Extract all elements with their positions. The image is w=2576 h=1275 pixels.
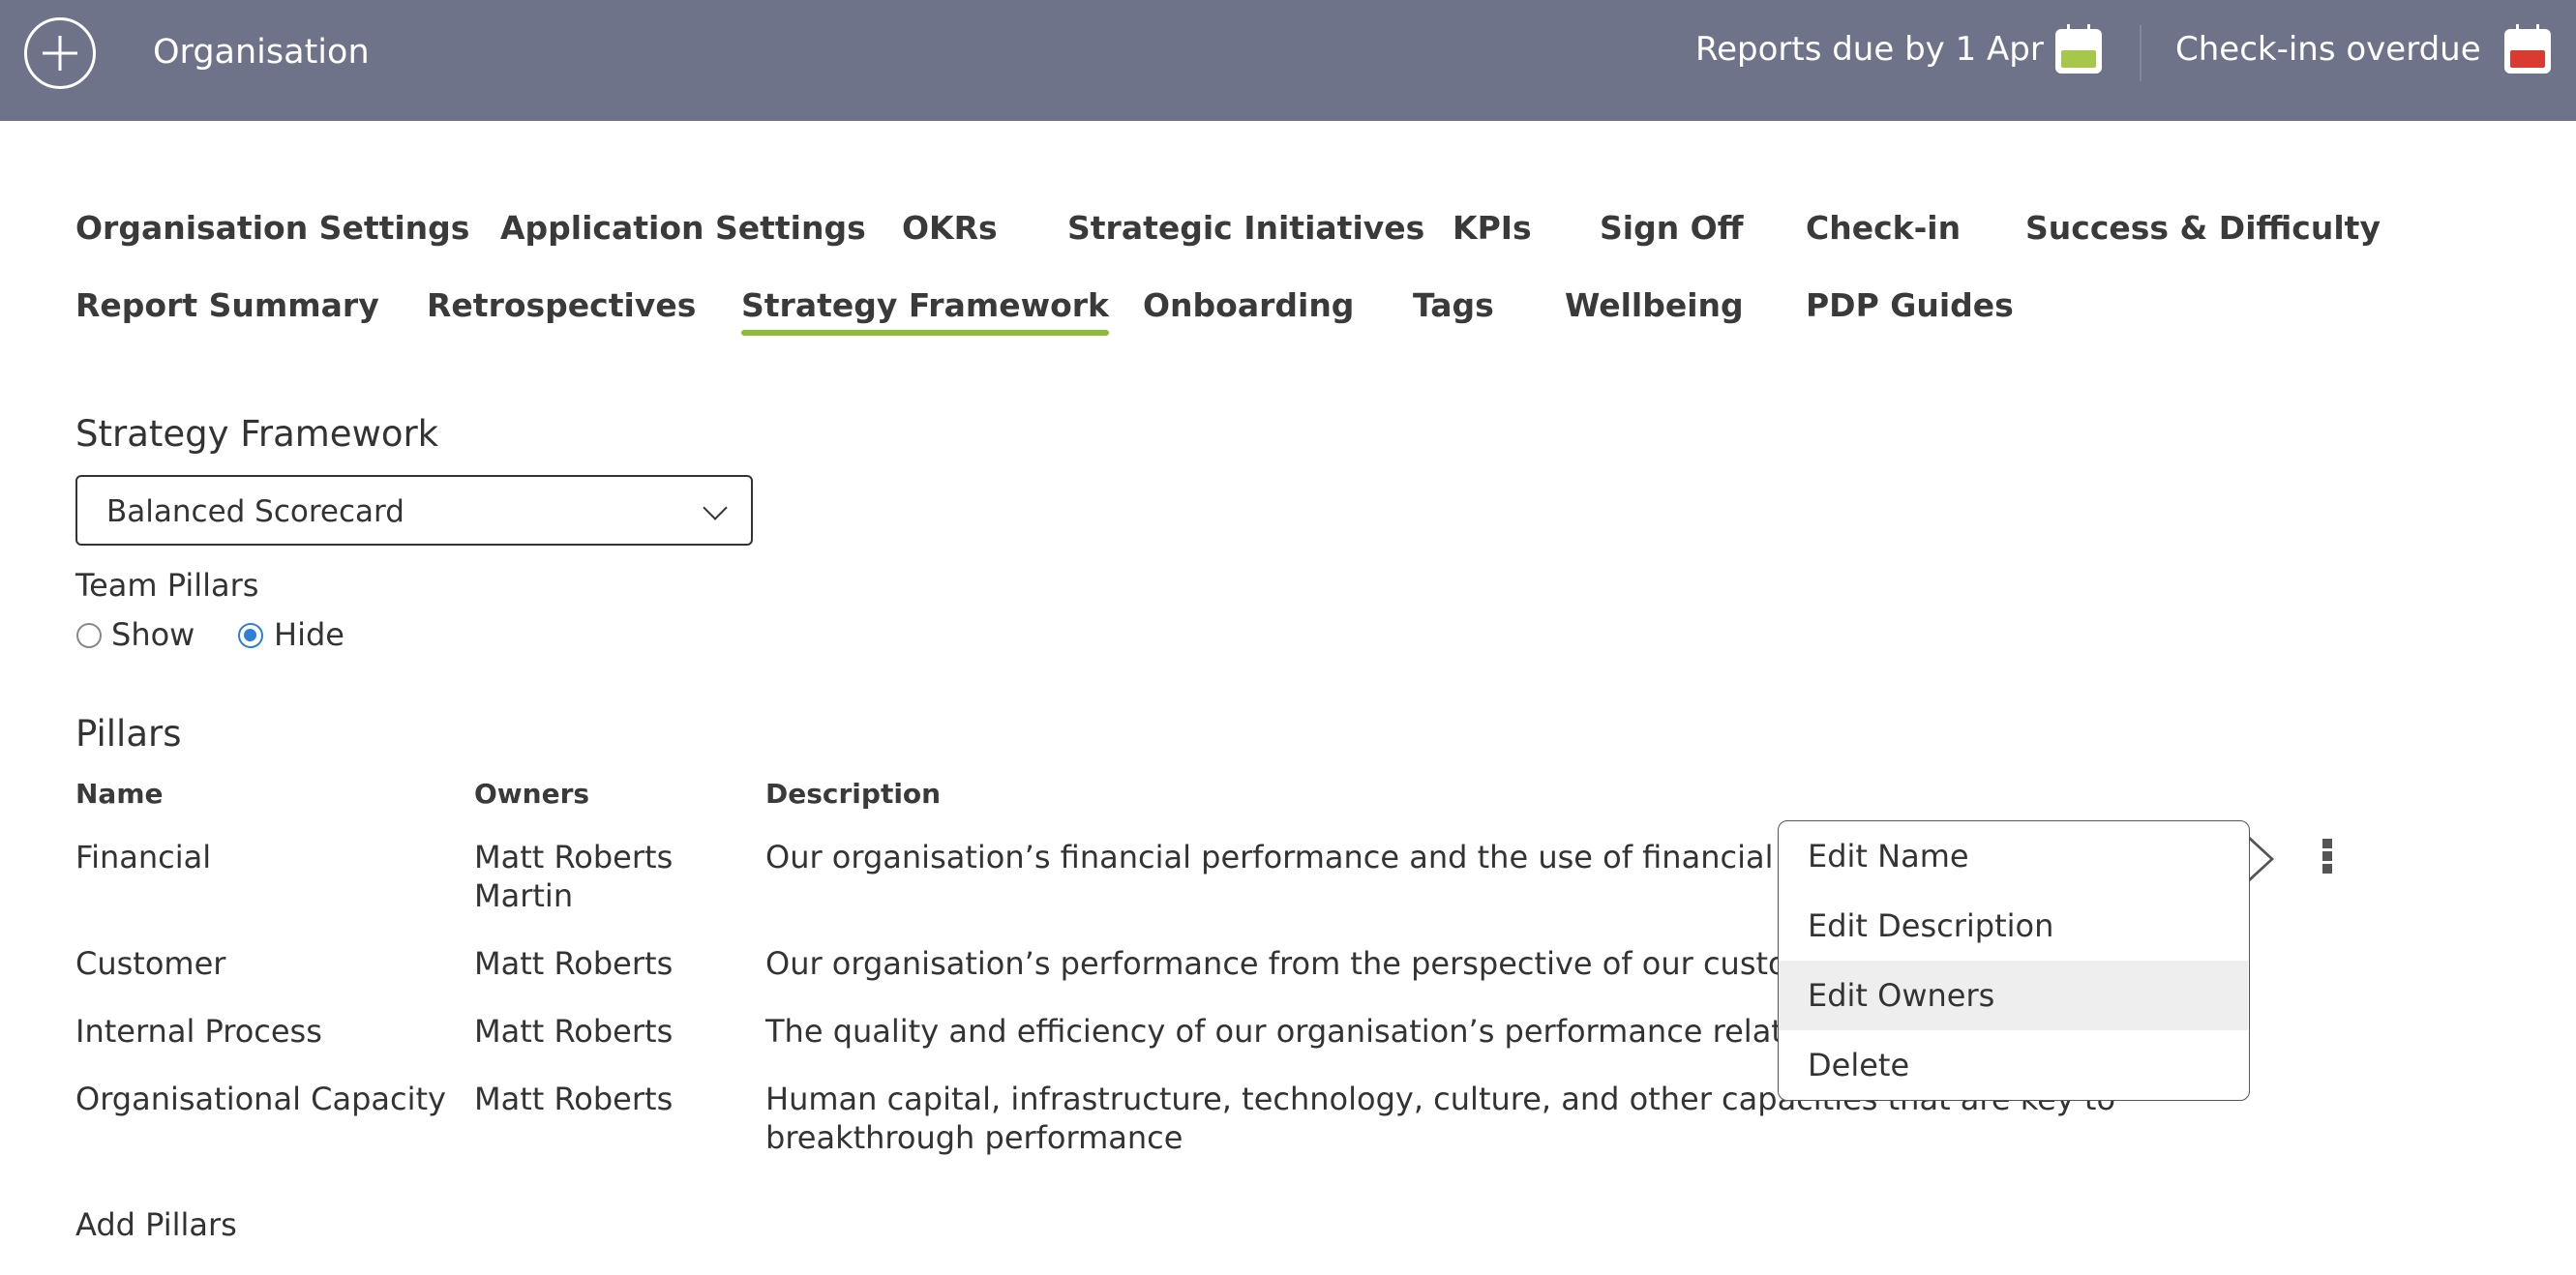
pillar-name: Customer <box>75 945 226 982</box>
top-bar: Organisation Reports due by 1 Apr Check-… <box>0 0 2576 121</box>
tab-organisation-settings[interactable]: Organisation Settings <box>75 209 469 247</box>
framework-select-value: Balanced Scorecard <box>106 494 404 529</box>
column-header-name: Name <box>75 778 164 810</box>
pillar-name: Financial <box>75 839 212 875</box>
menu-item-delete[interactable]: Delete <box>1779 1030 2248 1100</box>
page-brand-title: Organisation <box>153 33 370 72</box>
tab-success-difficulty[interactable]: Success & Difficulty <box>2025 209 2381 247</box>
tab-strategy-framework[interactable]: Strategy Framework <box>741 286 1109 336</box>
tab-retrospectives[interactable]: Retrospectives <box>427 286 696 324</box>
menu-item-edit-owners[interactable]: Edit Owners <box>1779 961 2248 1030</box>
pillar-owners: Matt Roberts <box>474 1081 674 1117</box>
tab-kpis[interactable]: KPIs <box>1453 209 1532 247</box>
strategy-framework-heading: Strategy Framework <box>75 413 439 455</box>
menu-item-edit-description[interactable]: Edit Description <box>1779 891 2248 961</box>
menu-pointer <box>2247 836 2274 882</box>
chevron-down-icon <box>703 495 728 520</box>
pillar-name: Organisational Capacity <box>75 1081 446 1117</box>
add-icon[interactable] <box>24 17 96 89</box>
tab-tags[interactable]: Tags <box>1413 286 1494 324</box>
add-pillars-link[interactable]: Add Pillars <box>75 1206 237 1243</box>
context-menu: Edit Name Edit Description Edit Owners D… <box>1778 820 2250 1101</box>
pillar-description-continued: breakthrough performance <box>765 1119 1183 1156</box>
header-divider <box>2140 25 2142 81</box>
tab-onboarding[interactable]: Onboarding <box>1143 286 1354 324</box>
tab-wellbeing[interactable]: Wellbeing <box>1565 286 1744 324</box>
calendar-icon-checkins[interactable] <box>2504 24 2551 74</box>
tab-application-settings[interactable]: Application Settings <box>500 209 866 247</box>
tab-pdp-guides[interactable]: PDP Guides <box>1806 286 2014 324</box>
pillar-description: The quality and efficiency of our organi… <box>765 1013 1803 1050</box>
pillar-owners: Matt Roberts Martin <box>474 839 674 914</box>
tab-sign-off[interactable]: Sign Off <box>1600 209 1743 247</box>
hide-radio-label[interactable]: Hide <box>274 616 344 653</box>
pillars-heading: Pillars <box>75 713 182 755</box>
pillar-name: Internal Process <box>75 1013 322 1050</box>
tab-okrs[interactable]: OKRs <box>902 209 998 247</box>
checkins-overdue-link[interactable]: Check-ins overdue <box>2175 30 2481 69</box>
show-radio[interactable] <box>76 623 102 648</box>
tab-strategic-initiatives[interactable]: Strategic Initiatives <box>1067 209 1424 247</box>
menu-item-edit-name[interactable]: Edit Name <box>1779 821 2248 891</box>
column-header-owners: Owners <box>474 778 590 810</box>
reports-due-link[interactable]: Reports due by 1 Apr <box>1695 30 2044 69</box>
tab-check-in[interactable]: Check-in <box>1806 209 1961 247</box>
tab-report-summary[interactable]: Report Summary <box>75 286 379 324</box>
pillar-owners: Matt Roberts <box>474 1013 674 1050</box>
more-options-icon[interactable] <box>2320 839 2335 874</box>
hide-radio[interactable] <box>238 623 263 648</box>
calendar-icon-reports[interactable] <box>2055 24 2102 74</box>
column-header-description: Description <box>765 778 942 810</box>
pillar-owners: Matt Roberts <box>474 945 674 982</box>
framework-select[interactable]: Balanced Scorecard <box>75 475 753 546</box>
pillar-description: Our organisation’s performance from the … <box>765 945 1787 982</box>
team-pillars-label: Team Pillars <box>75 567 259 604</box>
pillar-description: Our organisation’s financial performance… <box>765 839 1774 875</box>
show-radio-label[interactable]: Show <box>111 616 195 653</box>
